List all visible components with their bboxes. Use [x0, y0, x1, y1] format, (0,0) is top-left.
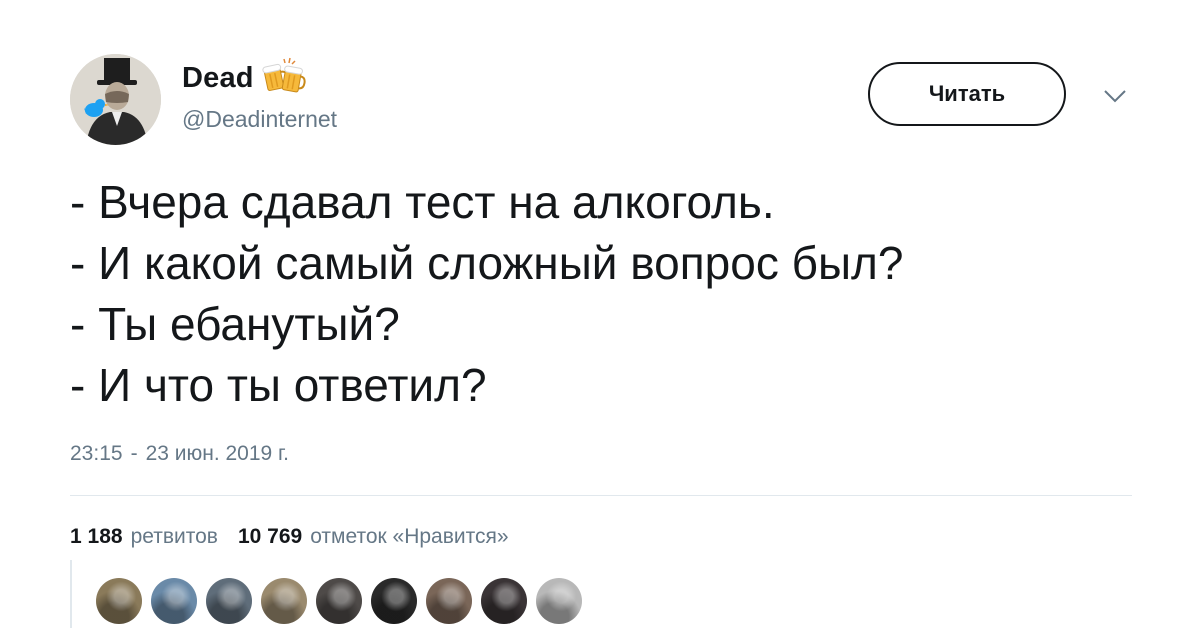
- tweet-line: - Ты ебанутый?: [70, 298, 400, 350]
- user-handle[interactable]: @Deadinternet: [182, 106, 337, 133]
- tweet-timestamp[interactable]: 23:15 - 23 июн. 2019 г.: [70, 442, 289, 466]
- liker-avatar[interactable]: [426, 578, 472, 624]
- tweet-line: - И какой самый сложный вопрос был?: [70, 237, 904, 289]
- liker-avatar[interactable]: [536, 578, 582, 624]
- display-name[interactable]: Dead: [182, 62, 254, 95]
- liker-avatars: [96, 578, 582, 624]
- retweets-count: 1 188: [70, 525, 123, 548]
- tweet-stats: 1 188 ретвитов 10 769 отметок «Нравится»: [70, 525, 529, 549]
- author-name[interactable]: Dead: [182, 57, 306, 95]
- likers-divider: [70, 560, 72, 628]
- liker-avatar[interactable]: [261, 578, 307, 624]
- likes-count: 10 769: [237, 525, 303, 548]
- retweets-label: ретвитов: [130, 525, 218, 548]
- avatar[interactable]: [70, 54, 161, 145]
- beer-mugs-icon: [262, 57, 306, 95]
- tweet-text: - Вчера сдавал тест на алкоголь. - И как…: [70, 172, 1130, 416]
- tweet-card: Dead @Deadinternet Читать - Вчера сдавал…: [0, 0, 1200, 628]
- chevron-down-icon[interactable]: [1102, 88, 1128, 104]
- liker-avatar[interactable]: [316, 578, 362, 624]
- liker-avatar[interactable]: [481, 578, 527, 624]
- retweets-stat[interactable]: 1 188 ретвитов: [70, 525, 218, 549]
- divider: [70, 495, 1132, 496]
- tweet-line: - И что ты ответил?: [70, 359, 487, 411]
- timestamp-time[interactable]: 23:15: [70, 442, 123, 466]
- timestamp-separator: -: [130, 442, 138, 465]
- likes-stat[interactable]: 10 769 отметок «Нравится»: [238, 525, 509, 549]
- liker-avatar[interactable]: [206, 578, 252, 624]
- likes-label: отметок «Нравится»: [310, 525, 509, 548]
- liker-avatar[interactable]: [371, 578, 417, 624]
- follow-button[interactable]: Читать: [868, 62, 1066, 126]
- tweet-line: - Вчера сдавал тест на алкоголь.: [70, 176, 775, 228]
- timestamp-date[interactable]: 23 июн. 2019 г.: [146, 442, 289, 466]
- liker-avatar[interactable]: [96, 578, 142, 624]
- avatar-image: [70, 54, 161, 145]
- liker-avatar[interactable]: [151, 578, 197, 624]
